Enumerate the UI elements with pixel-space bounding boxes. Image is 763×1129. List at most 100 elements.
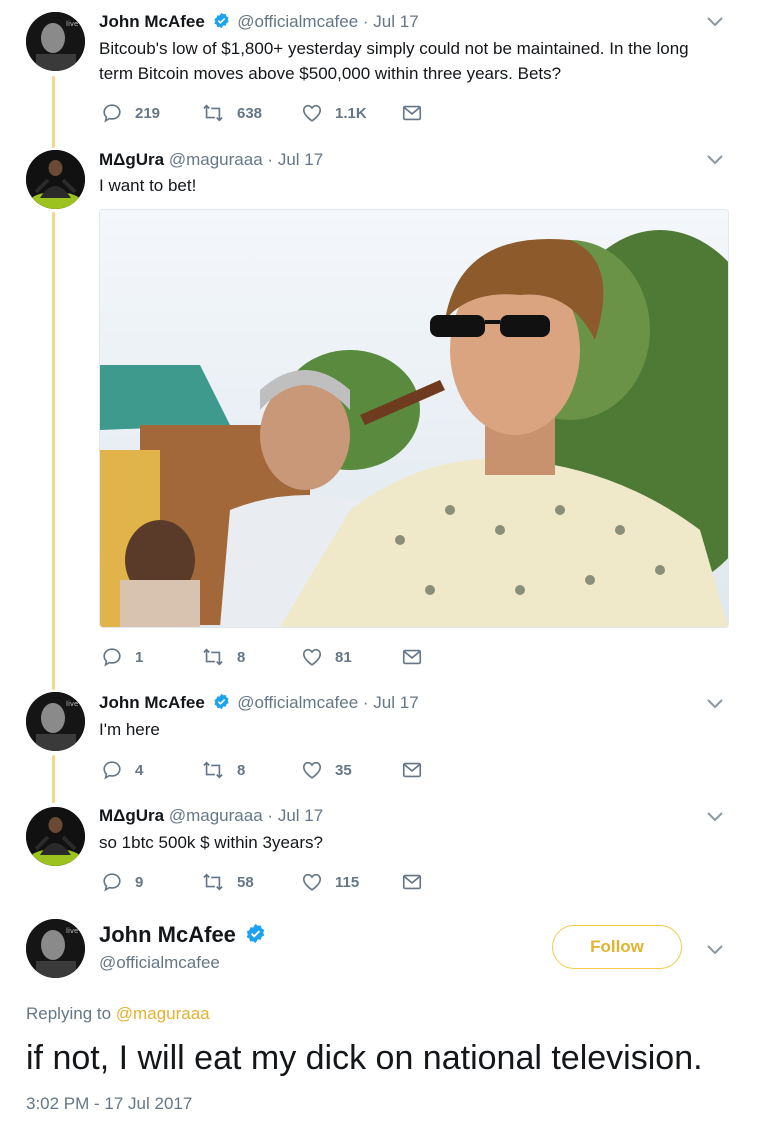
reply-action[interactable]: 4	[101, 759, 143, 781]
reply-icon	[103, 104, 121, 123]
replying-to: Replying to @maguraaa	[26, 1004, 210, 1024]
svg-text:live: live	[66, 700, 78, 708]
message-action[interactable]	[401, 871, 423, 893]
tweet-date[interactable]: Jul 17	[373, 693, 418, 712]
reply-count: 219	[135, 104, 161, 122]
chevron-down-icon[interactable]	[705, 809, 725, 825]
username[interactable]: @officialmcafee	[99, 953, 220, 973]
main-tweet-text: if not, I will eat my dick on national t…	[26, 1039, 703, 1077]
tweet-header: John McAfee @officialmcafee · Jul 17	[99, 11, 419, 33]
reply-count: 9	[135, 873, 144, 891]
username[interactable]: @officialmcafee	[237, 12, 358, 31]
tweet-header: John McAfee @officialmcafee · Jul 17	[99, 692, 419, 714]
heart-icon	[302, 648, 322, 666]
tweet-text-line: I want to bet!	[99, 176, 197, 195]
display-name[interactable]: MΔgUra	[99, 806, 164, 825]
envelope-icon	[402, 874, 422, 890]
tweet[interactable]: MΔgUra @maguraaa · Jul 17 so 1btc 500k $…	[0, 795, 763, 910]
retweet-icon	[203, 873, 223, 891]
like-count: 81	[335, 648, 352, 666]
like-action[interactable]: 1.1K	[301, 102, 367, 124]
tweet-media-image[interactable]	[99, 209, 729, 628]
separator-dot: ·	[362, 12, 369, 31]
reply-count: 1	[135, 648, 144, 666]
message-action[interactable]	[401, 102, 423, 124]
like-action[interactable]: 81	[301, 646, 352, 668]
reply-icon	[103, 761, 121, 780]
retweet-count: 638	[237, 104, 263, 122]
display-name[interactable]: MΔgUra	[99, 150, 164, 169]
chevron-down-icon[interactable]	[705, 942, 725, 958]
tweet-text-line: I'm here	[99, 720, 160, 739]
reply-action[interactable]: 9	[101, 871, 143, 893]
avatar-image: live	[26, 919, 85, 978]
display-name[interactable]: John McAfee	[99, 922, 236, 947]
tweet-text-line: term Bitcoin moves above $500,000 within…	[99, 64, 562, 83]
retweet-icon	[203, 104, 223, 122]
reply-icon	[103, 648, 121, 667]
follow-button[interactable]: Follow	[552, 925, 682, 969]
avatar-image: live	[26, 12, 85, 71]
retweet-count: 8	[237, 648, 246, 666]
tweet-text: so 1btc 500k $ within 3years?	[99, 830, 729, 855]
tweet[interactable]: MΔgUra @maguraaa · Jul 17 I want to bet!	[0, 140, 763, 680]
avatar[interactable]: live	[26, 12, 85, 71]
avatar-image	[26, 807, 85, 866]
heart-icon	[302, 873, 322, 891]
reply-icon	[103, 873, 121, 892]
envelope-icon	[402, 649, 422, 665]
reply-action[interactable]: 1	[101, 646, 143, 668]
avatar[interactable]	[26, 150, 85, 209]
display-name-row: John McAfee	[99, 921, 269, 949]
retweet-action[interactable]: 638	[201, 102, 262, 124]
svg-text:live: live	[66, 20, 78, 28]
username[interactable]: @officialmcafee	[237, 693, 358, 712]
tweet-header: MΔgUra @maguraaa · Jul 17	[99, 149, 323, 171]
message-action[interactable]	[401, 759, 423, 781]
avatar[interactable]: live	[26, 692, 85, 751]
avatar[interactable]	[26, 807, 85, 866]
mention-link[interactable]: @maguraaa	[116, 1004, 210, 1023]
envelope-icon	[402, 105, 422, 121]
heart-icon	[302, 761, 322, 779]
avatar-image: live	[26, 692, 85, 751]
like-count: 35	[335, 761, 352, 779]
message-action[interactable]	[401, 646, 423, 668]
tweet-text: I'm here	[99, 717, 729, 742]
tweet-date[interactable]: Jul 17	[278, 806, 323, 825]
tweet-text: Bitcoub's low of $1,800+ yesterday simpl…	[99, 36, 729, 86]
tweet-date[interactable]: Jul 17	[278, 150, 323, 169]
retweet-action[interactable]: 8	[201, 646, 245, 668]
retweet-count: 8	[237, 761, 246, 779]
like-action[interactable]: 35	[301, 759, 352, 781]
retweet-action[interactable]: 8	[201, 759, 245, 781]
tweet-date[interactable]: Jul 17	[373, 12, 418, 31]
tweet[interactable]: live John McAfee @officialmcafee · Jul 1…	[0, 0, 763, 140]
username[interactable]: @maguraaa	[169, 806, 263, 825]
avatar-image	[26, 150, 85, 209]
avatar[interactable]: live	[26, 919, 85, 978]
tweet-text-line: Bitcoub's low of $1,800+ yesterday simpl…	[99, 39, 689, 58]
display-name[interactable]: John McAfee	[99, 12, 205, 31]
retweet-action[interactable]: 58	[201, 871, 254, 893]
chevron-down-icon[interactable]	[705, 14, 725, 30]
display-name[interactable]: John McAfee	[99, 693, 205, 712]
tweet-timestamp[interactable]: 3:02 PM - 17 Jul 2017	[26, 1094, 192, 1114]
media-photo	[100, 210, 728, 627]
chevron-down-icon[interactable]	[705, 696, 725, 712]
reply-action[interactable]: 219	[101, 102, 160, 124]
retweet-icon	[203, 761, 223, 779]
separator-dot: ·	[362, 693, 369, 712]
heart-icon	[302, 104, 322, 122]
tweet-text-line: so 1btc 500k $ within 3years?	[99, 833, 323, 852]
tweet-header: MΔgUra @maguraaa · Jul 17	[99, 805, 323, 827]
verified-badge-icon	[213, 12, 229, 29]
separator-dot: ·	[267, 806, 274, 825]
tweet-text: I want to bet!	[99, 173, 729, 198]
envelope-icon	[402, 762, 422, 778]
like-action[interactable]: 115	[301, 871, 359, 893]
tweet[interactable]: live John McAfee @officialmcafee · Jul 1…	[0, 680, 763, 795]
username[interactable]: @maguraaa	[169, 150, 263, 169]
retweet-icon	[203, 648, 223, 666]
chevron-down-icon[interactable]	[705, 152, 725, 168]
